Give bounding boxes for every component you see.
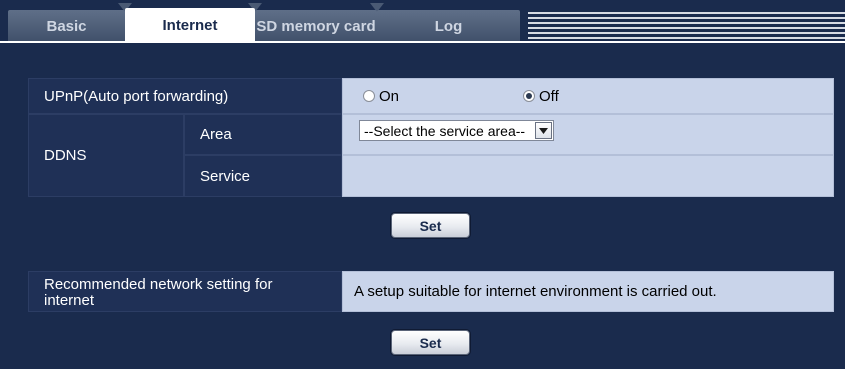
chevron-down-icon[interactable] bbox=[535, 122, 552, 139]
tab-basic[interactable]: Basic bbox=[8, 10, 125, 43]
internet-settings-panel: UPnP(Auto port forwarding) On Off DDNS A… bbox=[0, 43, 845, 369]
upnp-off-radio[interactable]: Off bbox=[523, 88, 559, 105]
recommended-label-cell: Recommended network setting for internet bbox=[28, 271, 342, 312]
recommended-set-button[interactable]: Set bbox=[391, 330, 470, 355]
upnp-label-cell: UPnP(Auto port forwarding) bbox=[28, 78, 342, 114]
ddns-label: DDNS bbox=[44, 147, 87, 164]
ddns-service-label: Service bbox=[200, 167, 251, 185]
tab-internet[interactable]: Internet bbox=[125, 8, 255, 43]
set-button-label: Set bbox=[419, 217, 442, 234]
tab-log[interactable]: Log bbox=[377, 10, 520, 43]
ddns-area-label: Area bbox=[200, 126, 232, 143]
upnp-off-label: Off bbox=[539, 87, 559, 105]
radio-checked-icon bbox=[523, 90, 535, 102]
settings-page: Basic Internet SD memory card Log UPnP(A… bbox=[0, 0, 845, 369]
tab-sd-memory-card-label: SD memory card bbox=[256, 18, 376, 35]
tab-internet-label: Internet bbox=[162, 17, 218, 34]
tab-sd-memory-card[interactable]: SD memory card bbox=[255, 10, 377, 43]
ddns-area-value-cell: --Select the service area-- bbox=[342, 114, 834, 155]
recommended-set-button-label: Set bbox=[419, 334, 442, 351]
ddns-area-label-cell: Area bbox=[184, 114, 342, 155]
set-button[interactable]: Set bbox=[391, 213, 470, 238]
upnp-value-cell: On Off bbox=[342, 78, 834, 114]
tab-log-label: Log bbox=[434, 18, 463, 35]
tab-bar: Basic Internet SD memory card Log bbox=[0, 0, 845, 43]
upnp-on-label: On bbox=[379, 87, 400, 105]
tab-bar-decoration bbox=[528, 12, 845, 42]
ddns-label-cell: DDNS bbox=[28, 114, 184, 197]
ddns-service-value-cell bbox=[342, 155, 834, 197]
recommended-label: Recommended network setting for internet bbox=[44, 275, 273, 309]
recommended-description: A setup suitable for internet environmen… bbox=[354, 283, 717, 300]
ddns-service-label-cell: Service bbox=[184, 155, 342, 197]
radio-unchecked-icon bbox=[363, 90, 375, 102]
service-area-select[interactable]: --Select the service area-- bbox=[359, 120, 554, 141]
upnp-label: UPnP(Auto port forwarding) bbox=[44, 87, 229, 105]
recommended-value-cell: A setup suitable for internet environmen… bbox=[342, 271, 834, 312]
upnp-on-radio[interactable]: On bbox=[363, 88, 399, 105]
tab-basic-label: Basic bbox=[46, 18, 87, 35]
service-area-select-value: --Select the service area-- bbox=[364, 122, 526, 139]
